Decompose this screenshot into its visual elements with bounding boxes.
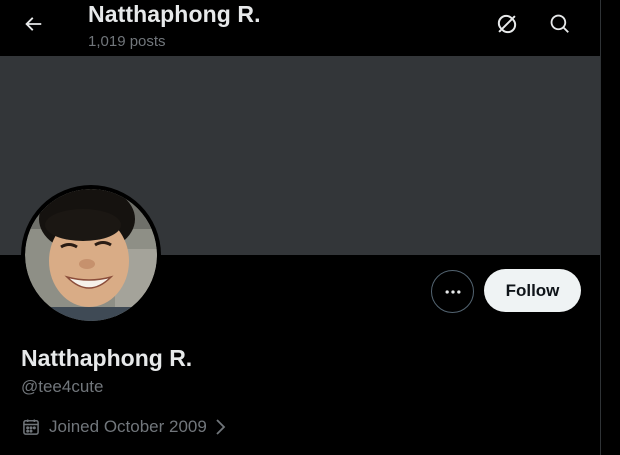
header-title: Natthaphong R. (88, 1, 261, 27)
profile-header-bar: Natthaphong R. 1,019 posts (0, 0, 600, 56)
more-options-button[interactable] (431, 270, 474, 313)
avatar[interactable] (21, 185, 161, 325)
grok-button[interactable] (488, 5, 526, 43)
profile-display-name: Natthaphong R. (21, 345, 193, 371)
follow-button[interactable]: Follow (484, 269, 581, 312)
joined-date-text: Joined October 2009 (49, 417, 207, 436)
profile-column: Natthaphong R. 1,019 posts Follow Nattha… (0, 0, 600, 455)
back-button[interactable] (14, 5, 52, 43)
grok-icon (497, 14, 517, 34)
avatar-photo (25, 189, 157, 321)
profile-handle: @tee4cute (21, 377, 104, 396)
chevron-right-icon (213, 418, 227, 436)
more-horizontal-icon (445, 289, 460, 294)
search-button[interactable] (541, 5, 579, 43)
search-icon (550, 14, 569, 33)
arrow-left-icon (25, 17, 42, 31)
calendar-icon (21, 416, 43, 438)
header-post-count: 1,019 posts (88, 33, 166, 50)
joined-date-row[interactable]: Joined October 2009 (21, 416, 227, 438)
column-divider (600, 0, 601, 455)
